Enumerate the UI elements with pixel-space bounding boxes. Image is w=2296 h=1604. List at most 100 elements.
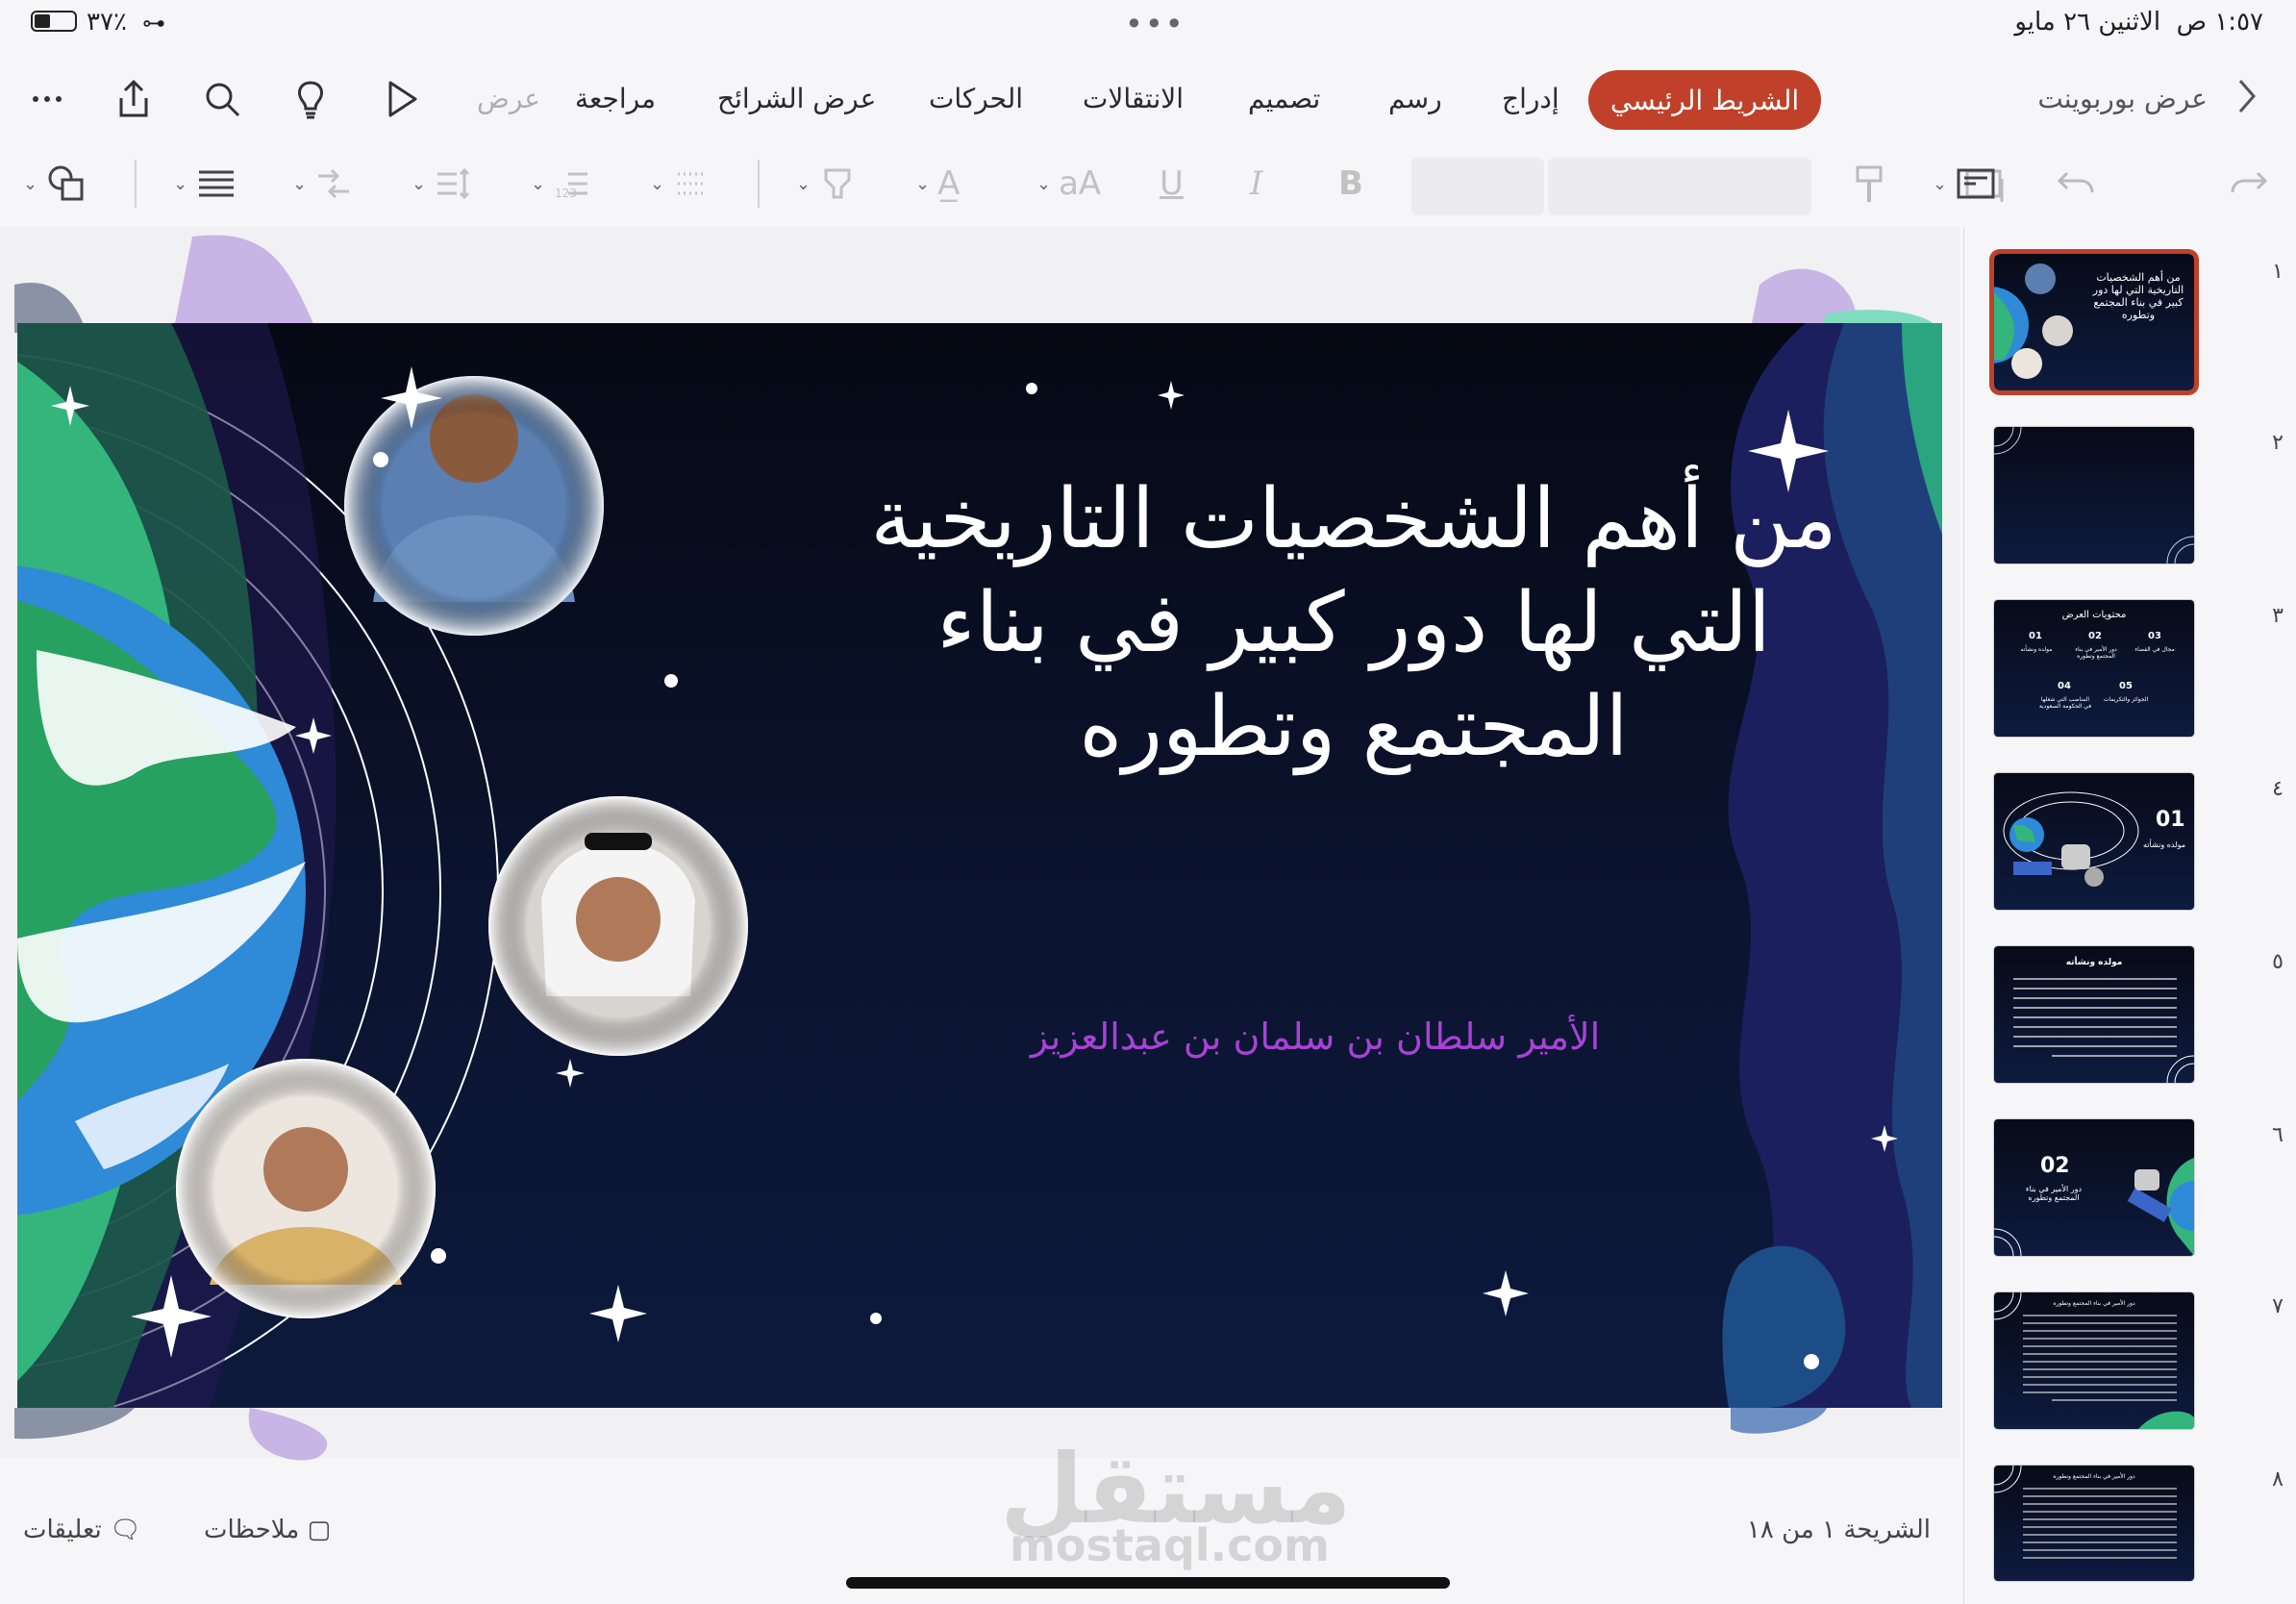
- more-icon[interactable]: [25, 77, 69, 121]
- thumb-caption: المناصب التي شغلها في الحكومة السعودية: [2038, 696, 2092, 710]
- align-dropdown[interactable]: ⌄: [173, 162, 237, 206]
- ribbon-tabs-row: عرض بوربوينت الشريط الرئيسي إدراج رسم تص…: [0, 62, 2296, 140]
- lightbulb-icon[interactable]: [288, 77, 333, 121]
- notes-icon: ▢: [307, 1516, 332, 1544]
- font-color-icon: A̲: [937, 164, 961, 203]
- status-time: ١:٥٧ ص الاثنين ٢٦ مايو: [2014, 8, 2263, 37]
- toolbar-separator: [758, 160, 760, 208]
- thumb-number: ٤: [2272, 777, 2284, 801]
- thumb-number: ٨: [2272, 1467, 2284, 1491]
- shapes-dropdown[interactable]: ⌄: [23, 162, 87, 206]
- battery-icon: [31, 11, 77, 32]
- tab-design[interactable]: تصميم: [1248, 83, 1320, 114]
- tab-review[interactable]: مراجعة: [575, 83, 656, 114]
- shapes-icon: [48, 165, 84, 201]
- thumbnail-slide-4[interactable]: 01 مولده ونشأته: [1994, 773, 2194, 910]
- italic-icon[interactable]: I: [1250, 162, 1262, 206]
- thumbnail-slide-6[interactable]: 02 دور الأمير في بناء المجتمع وتطوره: [1994, 1119, 2194, 1256]
- thumb-caption: مجال في الفضاء: [2134, 646, 2175, 653]
- layout-dropdown[interactable]: ⌄: [1933, 162, 1997, 206]
- thumb-text-lines: [2013, 978, 2194, 1083]
- highlight-dropdown[interactable]: ⌄: [796, 162, 857, 206]
- thumb-caption: مولده ونشأته: [2020, 646, 2053, 653]
- watermark-url: mostaql.com: [1010, 1519, 1330, 1571]
- slide-subtitle[interactable]: الأمير سلطان بن سلمان بن عبدالعزيز: [979, 1015, 1652, 1058]
- formatting-toolbar: ⌄ B I U ⌄ aA ⌄ A̲ ⌄ ⌄ ⌄ 123 ⌄ ⌄ ⌄ ⌄: [0, 148, 2296, 223]
- thumbnail-slide-7[interactable]: دور الأمير في بناء المجتمع وتطوره: [1994, 1292, 2194, 1429]
- bullets-dropdown[interactable]: ⌄: [650, 162, 711, 206]
- bold-icon[interactable]: B: [1338, 162, 1363, 206]
- thumb-item: 05: [2119, 681, 2133, 691]
- tab-view[interactable]: عرض: [477, 83, 540, 114]
- font-size-field[interactable]: [1411, 158, 1544, 215]
- notes-button[interactable]: ملاحظات ▢: [204, 1516, 331, 1544]
- underline-icon[interactable]: U: [1160, 162, 1184, 206]
- tab-animations[interactable]: الحركات: [929, 83, 1023, 114]
- redo-icon[interactable]: [2227, 163, 2271, 208]
- play-icon[interactable]: [379, 77, 423, 121]
- thumbnail-slide-1[interactable]: من أهم الشخصيات التاريخية التي لها دور ك…: [1994, 254, 2194, 390]
- font-size-dropdown[interactable]: ⌄ aA: [1036, 162, 1101, 206]
- portrait-astronaut: [344, 376, 604, 636]
- thumb-caption: دور الأمير في بناء المجتمع وتطوره: [2075, 646, 2117, 660]
- layout-icon: [1957, 168, 1995, 199]
- thumb-number: ٣: [2272, 604, 2284, 628]
- toolbar-separator: [135, 160, 137, 208]
- tab-home[interactable]: الشريط الرئيسي: [1588, 70, 1821, 130]
- slide-title[interactable]: من أهم الشخصيات التاريخية التي لها دور ك…: [863, 467, 1844, 779]
- text-direction-icon: [318, 168, 350, 199]
- numbering-dropdown[interactable]: ⌄ 123: [531, 162, 591, 206]
- thumbnail-slide-8[interactable]: دور الأمير في بناء المجتمع وتطوره: [1994, 1466, 2194, 1581]
- text-direction-dropdown[interactable]: ⌄: [292, 162, 353, 206]
- battery-percentage: ٣٧٪: [87, 8, 127, 37]
- thumbnail-slide-2[interactable]: [1994, 427, 2194, 564]
- thumb-section-number: 01: [2156, 808, 2185, 832]
- comments-button[interactable]: تعليقات 🗨: [23, 1516, 141, 1544]
- undo-icon[interactable]: [2054, 163, 2098, 208]
- thumb-item: 03: [2148, 631, 2161, 641]
- portrait-prince-shemagh: [488, 796, 748, 1056]
- numbering-icon: 123: [555, 172, 588, 200]
- thumbnail-slide-3[interactable]: محتويات العرض 01 02 03 04 05 مولده ونشأت…: [1994, 600, 2194, 737]
- multitasking-dots-icon[interactable]: •••: [1125, 6, 1185, 42]
- thumb-title: من أهم الشخصيات التاريخية التي لها دور ك…: [2092, 271, 2184, 321]
- thumb-number: ٧: [2272, 1294, 2284, 1318]
- thumb-number: ٦: [2272, 1123, 2284, 1147]
- comments-label: تعليقات: [23, 1516, 102, 1544]
- home-indicator[interactable]: [846, 1577, 1450, 1589]
- font-color-dropdown[interactable]: ⌄ A̲: [915, 162, 960, 206]
- search-icon[interactable]: [200, 77, 244, 121]
- share-icon[interactable]: [112, 77, 156, 121]
- thumbnail-slide-5[interactable]: مولده ونشأته: [1994, 946, 2194, 1083]
- slide-counter: الشريحة ١ من ١٨: [1746, 1516, 1931, 1544]
- bottom-bar: الشريحة ١ من ١٨ ملاحظات ▢ تعليقات 🗨: [0, 1481, 1971, 1577]
- line-spacing-icon: [437, 167, 470, 200]
- chevron-left-icon[interactable]: [2227, 77, 2265, 115]
- thumb-section-number: 02: [2040, 1154, 2070, 1178]
- thumb-item: 01: [2029, 631, 2042, 641]
- app-title[interactable]: عرض بوربوينت: [2037, 83, 2208, 114]
- link-icon: ⊶: [142, 10, 165, 37]
- format-painter-icon[interactable]: [1850, 163, 1888, 208]
- thumb-art: [1994, 427, 2194, 564]
- status-bar: ٣٧٪ ⊶ ••• ١:٥٧ ص الاثنين ٢٦ مايو: [0, 0, 2296, 44]
- thumb-caption: دور الأمير في بناء المجتمع وتطوره: [2025, 1185, 2083, 1202]
- thumb-item: 02: [2088, 631, 2102, 641]
- slide-1[interactable]: من أهم الشخصيات التاريخية التي لها دور ك…: [17, 323, 1942, 1408]
- thumb-caption: الجوائز والتكريمات: [2103, 696, 2149, 703]
- portrait-prince-bisht: [176, 1059, 436, 1318]
- thumb-text-lines: [1994, 1466, 2177, 1559]
- tab-slideshow[interactable]: عرض الشرائح: [717, 83, 876, 114]
- thumb-number: ٥: [2272, 950, 2284, 974]
- tab-insert[interactable]: إدراج: [1502, 83, 1560, 114]
- align-icon: [199, 170, 235, 197]
- line-spacing-dropdown[interactable]: ⌄: [412, 162, 472, 206]
- thumb-item: 04: [2058, 681, 2071, 691]
- svg-text:123: 123: [555, 187, 577, 200]
- tab-transitions[interactable]: الانتقالات: [1083, 83, 1184, 114]
- thumb-title: محتويات العرض: [2061, 610, 2127, 620]
- bullets-icon: [678, 172, 706, 195]
- font-name-field[interactable]: [1548, 158, 1811, 215]
- tab-draw[interactable]: رسم: [1388, 83, 1442, 114]
- notes-label: ملاحظات: [204, 1516, 300, 1544]
